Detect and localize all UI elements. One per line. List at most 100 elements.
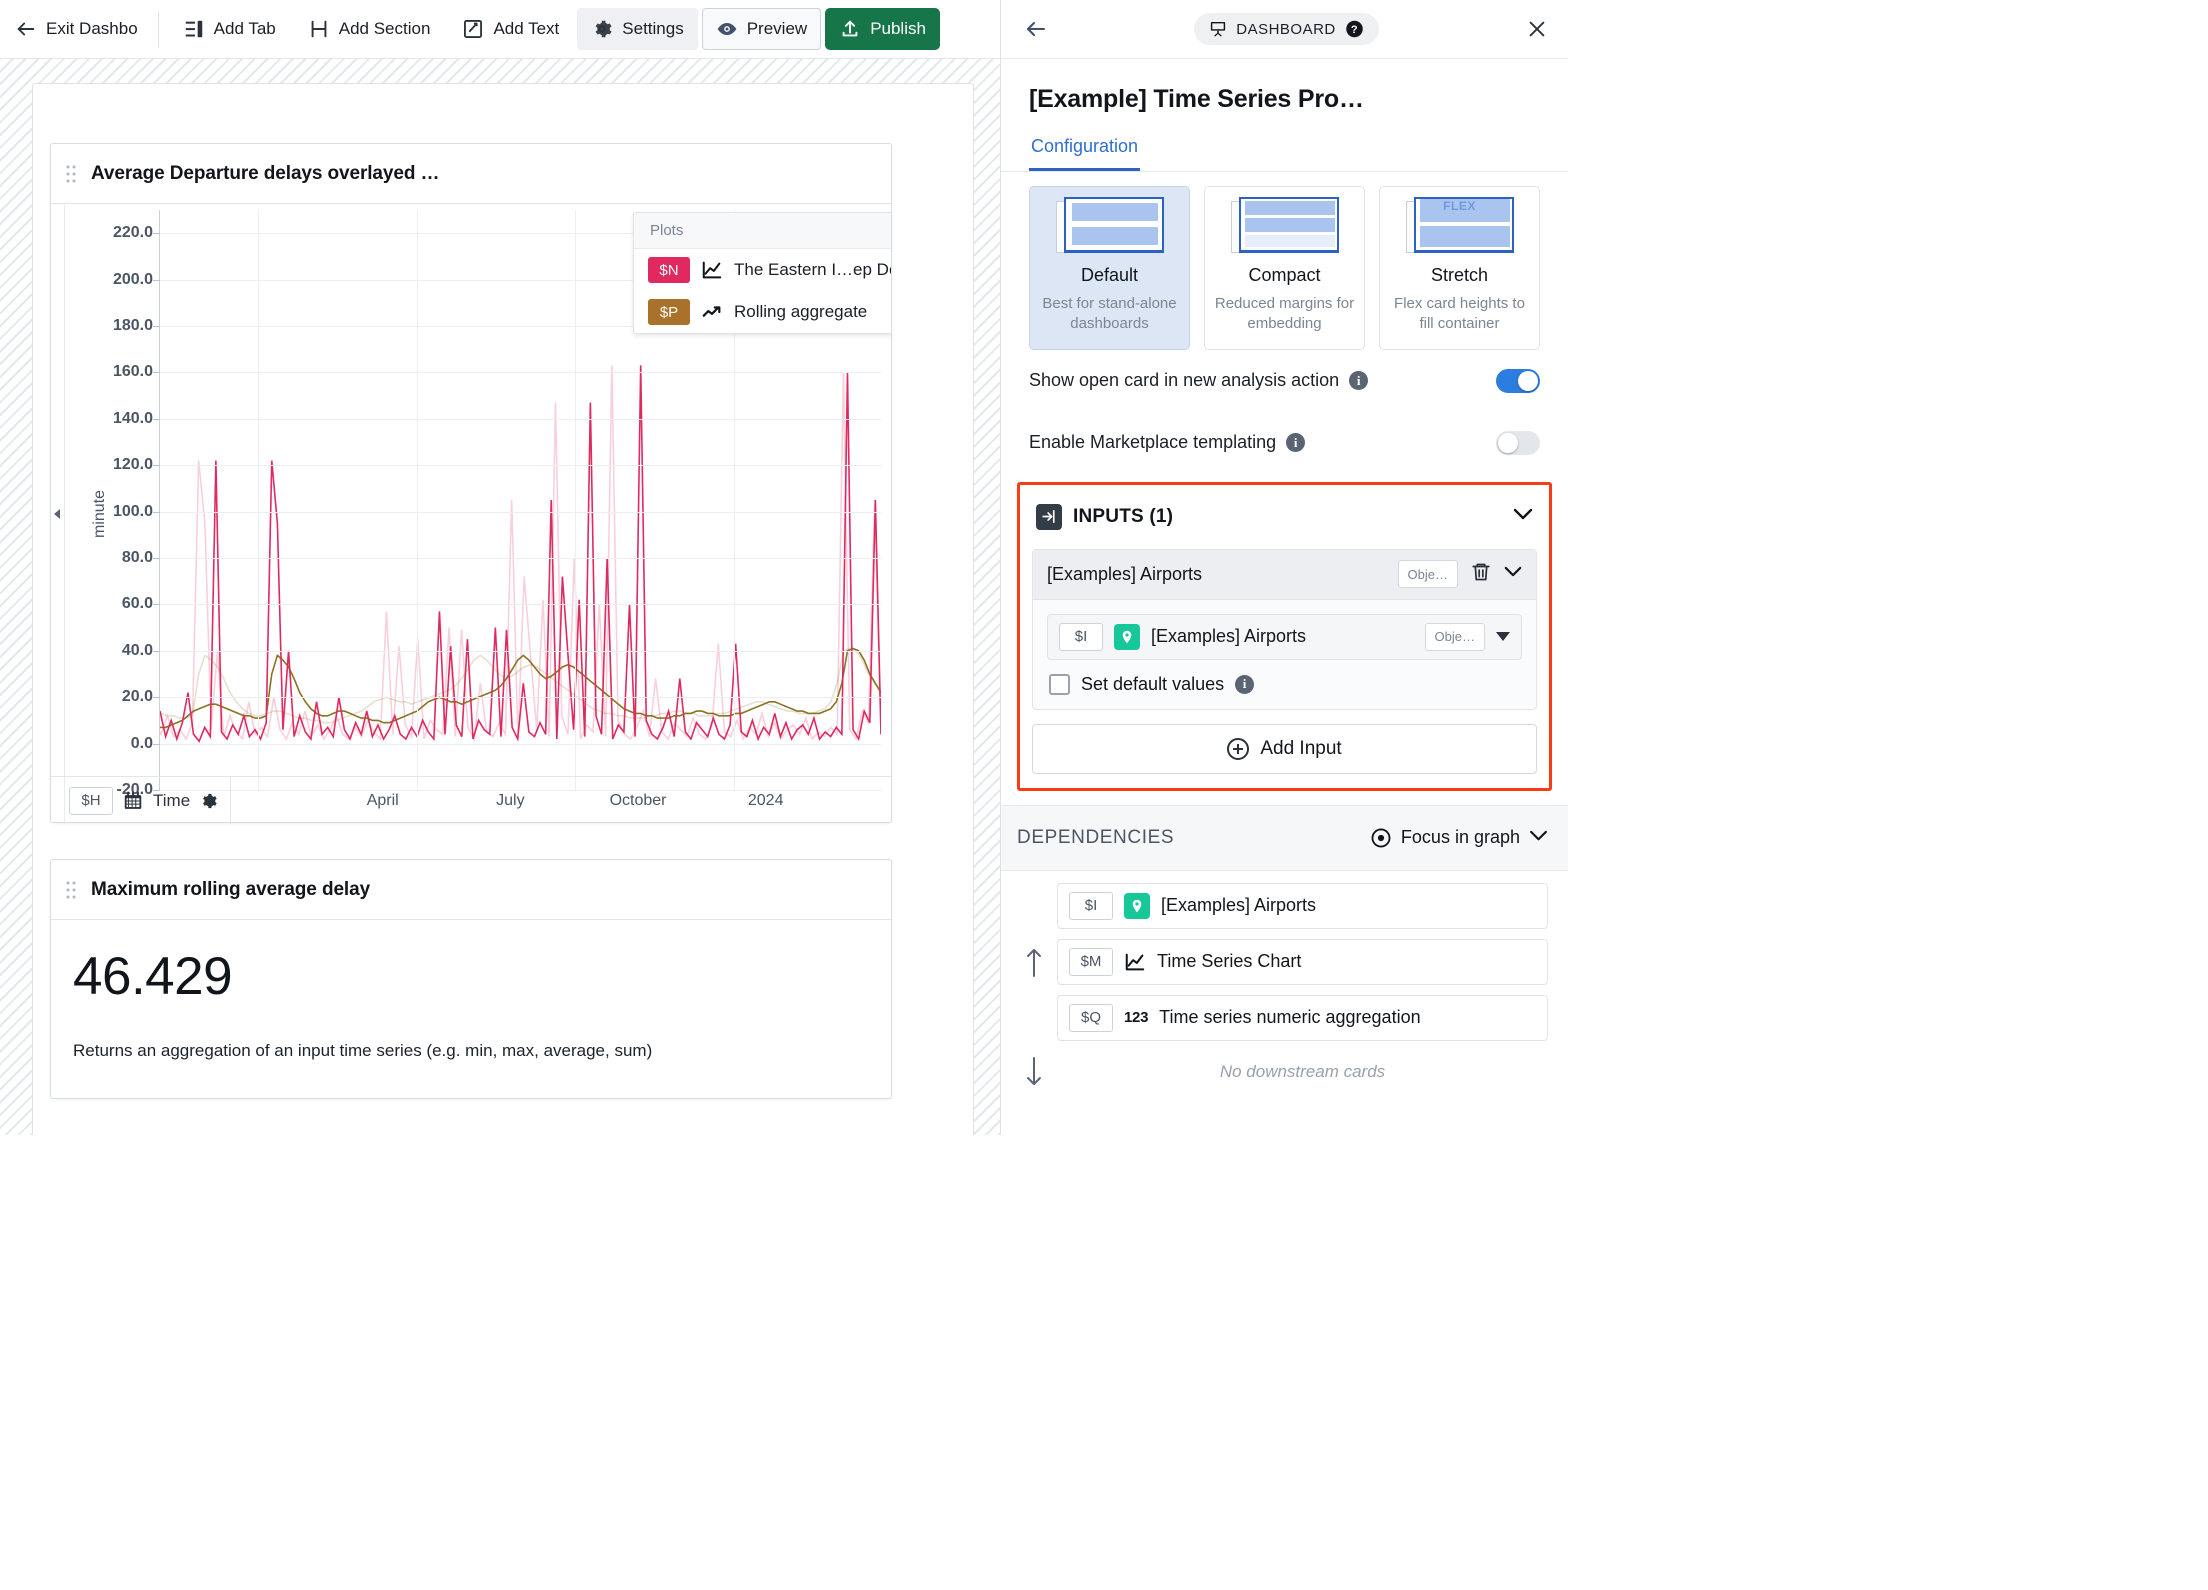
y-axis-tick-label: 40.0 [121, 641, 153, 659]
y-axis-tick-label: 60.0 [121, 595, 153, 613]
info-icon[interactable]: i [1235, 674, 1255, 694]
input-field-label: [Examples] Airports [1151, 626, 1307, 646]
toggle-label: Enable Marketplace templating [1029, 432, 1277, 452]
show-open-card-switch[interactable] [1496, 368, 1540, 393]
chart-vertical-gridline [575, 210, 577, 790]
configuration-panel: DASHBOARD ? [Example] Time Series Pro… C… [1000, 0, 1568, 1135]
preview-button[interactable]: Preview [701, 8, 822, 50]
dependency-row: $Q 123 Time series numeric aggregation [1021, 994, 1548, 1041]
dependencies-list: $I [Examples] Airports $M Time Series Ch… [1001, 871, 1568, 1089]
no-downstream-cards-text: No downstream cards [1219, 1061, 1386, 1081]
chevron-down-icon[interactable] [1513, 508, 1533, 526]
trash-icon [1472, 563, 1490, 580]
tab-configuration[interactable]: Configuration [1029, 136, 1141, 171]
panel-scroll-region[interactable]: Default Best for stand-alone dashboards … [1001, 172, 1568, 1135]
panel-back-button[interactable] [1019, 12, 1053, 46]
set-default-values-row[interactable]: Set default values i [1047, 673, 1522, 695]
layout-thumb-flex-label: FLEX [1443, 199, 1476, 213]
add-section-icon [308, 18, 330, 40]
chart-gridline [160, 697, 881, 699]
layout-name: Compact [1248, 265, 1321, 285]
panel-close-button[interactable] [1520, 12, 1554, 46]
toggle-marketplace-templating: Enable Marketplace templating i [1001, 412, 1568, 474]
gear-icon[interactable] [199, 790, 218, 812]
y-axis-tick-label: 100.0 [112, 502, 153, 520]
dependency-item-time-series-chart[interactable]: $M Time Series Chart [1057, 938, 1548, 985]
arrow-left-icon [15, 18, 37, 40]
layout-option-compact[interactable]: Compact Reduced margins for embedding [1204, 186, 1365, 350]
exit-dashboard-button[interactable]: Exit Dashbo [4, 8, 152, 50]
info-icon[interactable]: i [1349, 371, 1369, 390]
gear-icon [591, 18, 613, 40]
add-section-button[interactable]: Add Section [294, 8, 445, 50]
chart-y-tickmark [153, 697, 160, 699]
y-axis-tick-label: 140.0 [112, 409, 153, 427]
dependency-item-numeric-aggregation[interactable]: $Q 123 Time series numeric aggregation [1057, 994, 1548, 1041]
set-default-values-checkbox[interactable] [1049, 673, 1070, 695]
input-field-type-pill: Obje… [1424, 622, 1485, 651]
metric-card-header: Maximum rolling average delay [51, 860, 891, 920]
chevron-down-icon[interactable] [1529, 829, 1548, 847]
chart-card-header: Average Departure delays overlayed … [51, 144, 891, 204]
drag-handle-icon[interactable] [65, 879, 77, 901]
dependency-row: $I [Examples] Airports [1021, 882, 1548, 929]
publish-button[interactable]: Publish [825, 8, 940, 50]
chart-card[interactable]: Average Departure delays overlayed … min… [50, 143, 892, 824]
chart-y-tickmark [153, 743, 160, 745]
delete-input-button[interactable] [1470, 560, 1492, 589]
input-value-field[interactable]: $I [Examples] Airports Obje… [1047, 613, 1522, 660]
metric-card[interactable]: Maximum rolling average delay 46.429 Ret… [50, 859, 892, 1099]
chart-body: minute 220.0 200.0 180.0 160.0 140.0 120.0 100… [51, 204, 891, 824]
plots-legend-row[interactable]: $P Rolling aggregate [634, 291, 891, 333]
chart-plot-area: minute 220.0 200.0 180.0 160.0 140.0 120.0 100… [65, 204, 891, 824]
dependencies-title: DEPENDENCIES [1017, 826, 1175, 848]
chart-footer: $H Time April July October 2024 [51, 776, 891, 824]
add-section-label: Add Section [338, 19, 431, 38]
info-icon[interactable]: i [1286, 433, 1306, 452]
publish-upload-icon [839, 18, 861, 40]
chart-collapse-toggle[interactable] [51, 204, 65, 824]
marketplace-templating-switch[interactable] [1496, 430, 1540, 455]
x-axis-tick-label: July [496, 791, 525, 809]
layout-thumb-default [1055, 197, 1164, 253]
inputs-section-title: INPUTS (1) [1073, 505, 1174, 527]
upstream-arrow-icon [1021, 945, 1047, 979]
inputs-section-header[interactable]: INPUTS (1) [1032, 485, 1537, 549]
y-axis-tick-label: 160.0 [112, 363, 153, 381]
layout-name: Default [1080, 265, 1139, 285]
dependencies-header: DEPENDENCIES Focus in graph [1001, 804, 1568, 871]
layout-desc: Flex card heights to fill container [1394, 295, 1525, 333]
close-icon [1529, 21, 1545, 37]
add-input-label: Add Input [1260, 737, 1342, 759]
add-text-button[interactable]: Add Text [448, 8, 573, 50]
dependency-item-airports[interactable]: $I [Examples] Airports [1057, 882, 1548, 929]
add-input-button[interactable]: Add Input [1032, 723, 1537, 774]
input-variable-tag: $I [1059, 622, 1103, 651]
toggle-label: Show open card in new analysis action [1029, 370, 1340, 390]
panel-header: DASHBOARD ? [1001, 0, 1568, 59]
settings-button[interactable]: Settings [577, 8, 698, 50]
plots-legend-row[interactable]: $N The Eastern I…ep Delay [634, 249, 891, 291]
chart-series-line [160, 365, 881, 741]
preview-label: Preview [746, 19, 808, 38]
layout-desc: Reduced margins for embedding [1214, 295, 1355, 333]
focus-in-graph-button[interactable]: Focus in graph [1370, 827, 1548, 849]
time-label: Time [153, 790, 191, 810]
drag-handle-icon[interactable] [65, 163, 77, 185]
chevron-down-icon[interactable] [1496, 632, 1510, 641]
chart-y-tickmark [153, 465, 160, 467]
chart-time-control[interactable]: $H Time [51, 777, 231, 824]
help-icon[interactable]: ? [1345, 18, 1364, 40]
input-block: [Examples] Airports Obje… $I [Examples] … [1032, 548, 1537, 710]
layout-option-stretch[interactable]: FLEX Stretch Flex card heights to fill c… [1379, 186, 1540, 350]
metric-card-body: 46.429 Returns an aggregation of an inpu… [51, 920, 891, 1061]
publish-label: Publish [870, 19, 926, 38]
trend-up-icon [701, 301, 723, 323]
add-tab-button[interactable]: Add Tab [169, 8, 290, 50]
input-block-collapse[interactable] [1504, 565, 1522, 583]
panel-tabs: Configuration [1001, 136, 1568, 172]
layout-option-default[interactable]: Default Best for stand-alone dashboards [1029, 186, 1190, 350]
layout-option-group: Default Best for stand-alone dashboards … [1001, 172, 1568, 350]
editor-toolbar: Exit Dashbo Add Tab Add Section Add Text… [0, 0, 1000, 59]
time-variable-tag: $H [69, 786, 113, 815]
